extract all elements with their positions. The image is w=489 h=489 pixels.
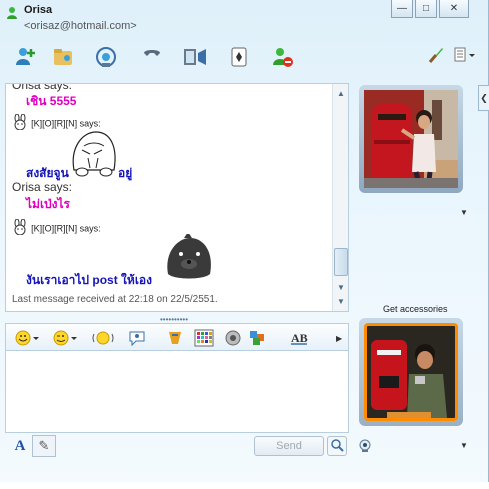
more-tools-icon[interactable]: ▶ <box>336 328 342 348</box>
chevron-left-icon: ❮ <box>480 92 488 103</box>
contact-display-picture[interactable] <box>359 85 463 193</box>
background-icon[interactable] <box>194 328 214 348</box>
font-icon[interactable]: AB <box>289 328 311 348</box>
message-4: งันเราเอาไป post ให้เอง <box>26 273 152 287</box>
message-1: เชิน 5555 <box>26 94 77 108</box>
video-call-icon[interactable] <box>91 42 121 72</box>
menu-icon[interactable] <box>453 46 477 67</box>
svg-text:AB: AB <box>291 331 308 345</box>
block-icon[interactable] <box>268 42 298 72</box>
message-2-suffix: อยู่ <box>118 166 133 180</box>
wink-icon[interactable] <box>52 328 78 348</box>
sender-korn-2: [K][O][R][N] says: <box>12 218 101 238</box>
handwriting-icon[interactable] <box>224 328 242 348</box>
online-status-icon <box>5 6 19 20</box>
sender-orisa: Orisa says: <box>12 180 73 194</box>
close-button[interactable]: ✕ <box>439 0 469 18</box>
maximize-button[interactable]: □ <box>415 0 437 18</box>
main-toolbar <box>0 38 489 78</box>
message-input[interactable] <box>5 351 349 433</box>
bunny-emoticon-icon <box>12 113 28 133</box>
last-message-status: Last message received at 22:18 on 22/5/2… <box>12 294 218 305</box>
sender-name: [K][O][R][N] says: <box>31 118 101 129</box>
emoticon-icon[interactable] <box>14 328 40 348</box>
ink-color-icon[interactable] <box>248 328 266 348</box>
contact-name: Orisa <box>24 4 53 16</box>
contact-email: <orisaz@hotmail.com> <box>24 20 137 32</box>
compose-toolbar: AB ▶ <box>5 323 349 351</box>
collapse-side-panel-button[interactable]: ❮ <box>478 85 489 111</box>
crying-emoticon-icon <box>68 128 120 181</box>
conversation-scrollbar[interactable]: ▲ ▼ ▼ <box>332 84 348 311</box>
activities-icon[interactable] <box>180 42 210 72</box>
invite-contact-icon[interactable] <box>10 42 40 72</box>
partial-sender-line: Orisa says: <box>12 83 73 92</box>
sender-name: [K][O][R][N] says: <box>31 223 101 234</box>
toolbar-right <box>427 46 477 67</box>
call-icon[interactable] <box>137 42 167 72</box>
nudge-icon[interactable] <box>92 328 114 348</box>
message-3: ไม่เป่งไร <box>26 197 71 211</box>
scroll-end-icon[interactable]: ▼ <box>333 294 348 308</box>
my-display-picture[interactable] <box>359 318 463 426</box>
voice-clip-icon[interactable] <box>128 328 146 348</box>
share-files-icon[interactable] <box>49 42 79 72</box>
window-header: Orisa <orisaz@hotmail.com> — □ ✕ <box>0 0 489 38</box>
get-accessories-link[interactable]: Get accessories <box>383 304 448 314</box>
bottom-strip <box>0 482 489 489</box>
text-mode-tab[interactable]: A <box>9 435 31 457</box>
bunny-emoticon-icon <box>12 218 28 238</box>
my-photo <box>367 326 455 418</box>
conversation-window: Orisa <orisaz@hotmail.com> — □ ✕ Orisa s… <box>0 0 489 489</box>
character-icon[interactable] <box>166 328 184 348</box>
compose-bottom-bar: A ✎ Send <box>5 434 349 458</box>
paint-brush-icon[interactable] <box>427 46 445 67</box>
send-button[interactable]: Send <box>254 436 324 456</box>
scroll-thumb[interactable] <box>334 248 348 276</box>
handwriting-mode-tab[interactable]: ✎ <box>32 435 56 457</box>
my-picture-menu-icon[interactable]: ▼ <box>460 441 468 450</box>
search-icon <box>330 438 344 455</box>
scroll-down-icon[interactable]: ▼ <box>333 280 348 294</box>
minimize-button[interactable]: — <box>391 0 413 18</box>
my-picture-orange-frame <box>364 323 458 421</box>
contact-photo <box>364 90 458 189</box>
scroll-up-icon[interactable]: ▲ <box>333 86 348 100</box>
games-icon[interactable] <box>225 42 255 72</box>
seal-emoticon-icon <box>164 232 214 285</box>
search-button[interactable] <box>327 436 347 456</box>
contact-picture-menu-icon[interactable]: ▼ <box>460 208 468 217</box>
window-controls: — □ ✕ <box>391 0 469 18</box>
webcam-icon[interactable] <box>358 439 372 456</box>
conversation-history[interactable]: Orisa says: เชิน 5555 [K][O][R][N] says:… <box>5 83 349 312</box>
